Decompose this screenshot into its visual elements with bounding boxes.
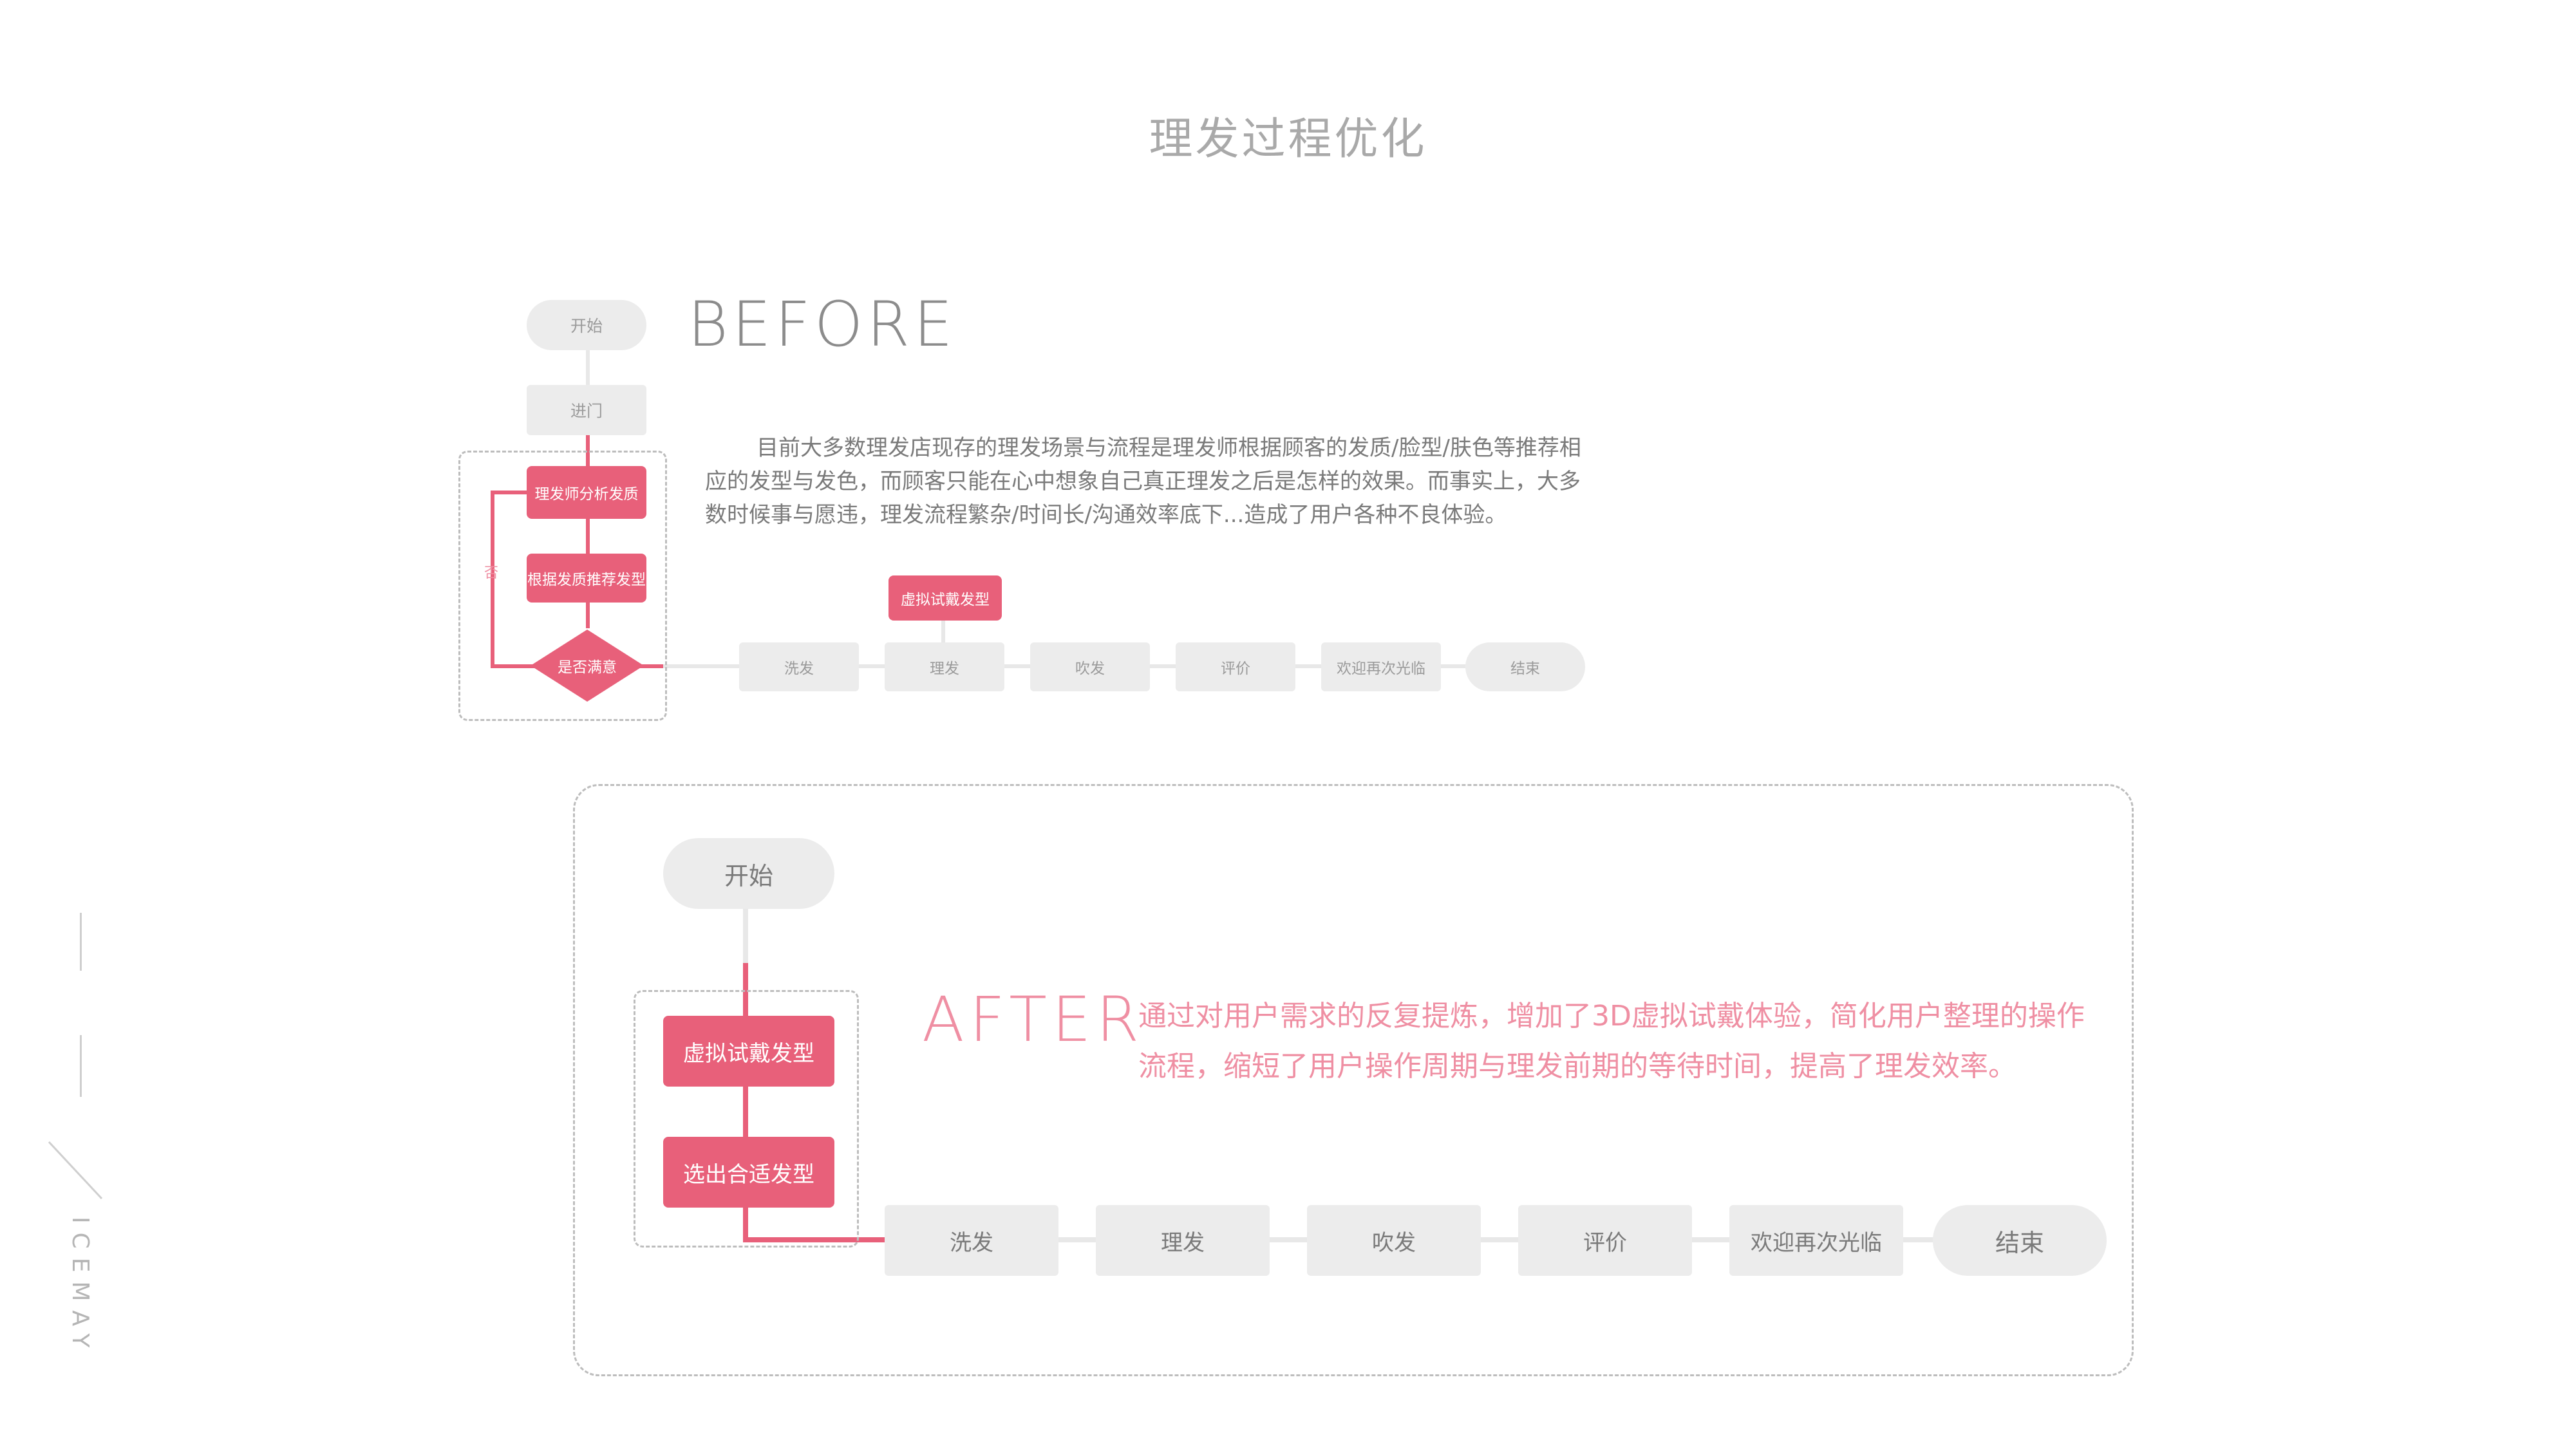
enter-node: 进门 (527, 385, 646, 435)
after-virtual-tryon-node: 虚拟试戴发型 (663, 1016, 834, 1087)
start-node: 开始 (527, 300, 646, 350)
end-node: 结束 (1465, 642, 1585, 691)
side-slash (48, 1141, 103, 1200)
after-step-wash: 洗发 (885, 1205, 1058, 1276)
step-dry: 吹发 (1030, 642, 1150, 691)
after-description: 通过对用户需求的反复提炼，增加了3D虚拟试戴体验，简化用户整理的操作流程，缩短了… (1138, 1000, 2085, 1083)
after-step-dry: 吹发 (1307, 1205, 1481, 1276)
no-label: 否 (484, 565, 499, 581)
connector-line (743, 908, 748, 963)
before-heading: BEFORE (688, 288, 957, 360)
after-end-node: 结束 (1933, 1205, 2107, 1276)
after-start-node: 开始 (663, 838, 834, 909)
after-choose-node: 选出合适发型 (663, 1137, 834, 1208)
after-heading: AFTER (922, 984, 1145, 1056)
side-divider (80, 913, 82, 971)
process-line (885, 1237, 2095, 1242)
decision-label: 是否满意 (558, 659, 617, 676)
step-wash: 洗发 (739, 642, 859, 691)
step-welcome: 欢迎再次光临 (1321, 642, 1441, 691)
step-cut: 理发 (885, 642, 1004, 691)
virtual-tryon-node: 虚拟试戴发型 (888, 575, 1002, 621)
recommend-node: 根据发质推荐发型 (527, 554, 646, 603)
analyze-node: 理发师分析发质 (527, 466, 646, 519)
page-title: 理发过程优化 (1149, 114, 1427, 165)
after-step-welcome: 欢迎再次光临 (1729, 1205, 1903, 1276)
side-brand-label: ICEMAY (67, 1217, 93, 1357)
before-description: 目前大多数理发店现存的理发场景与流程是理发师根据顾客的发质/脸型/肤色等推荐相应… (705, 435, 1581, 528)
side-divider (80, 1035, 82, 1097)
after-step-review: 评价 (1518, 1205, 1692, 1276)
step-review: 评价 (1176, 642, 1295, 691)
after-step-cut: 理发 (1096, 1205, 1270, 1276)
